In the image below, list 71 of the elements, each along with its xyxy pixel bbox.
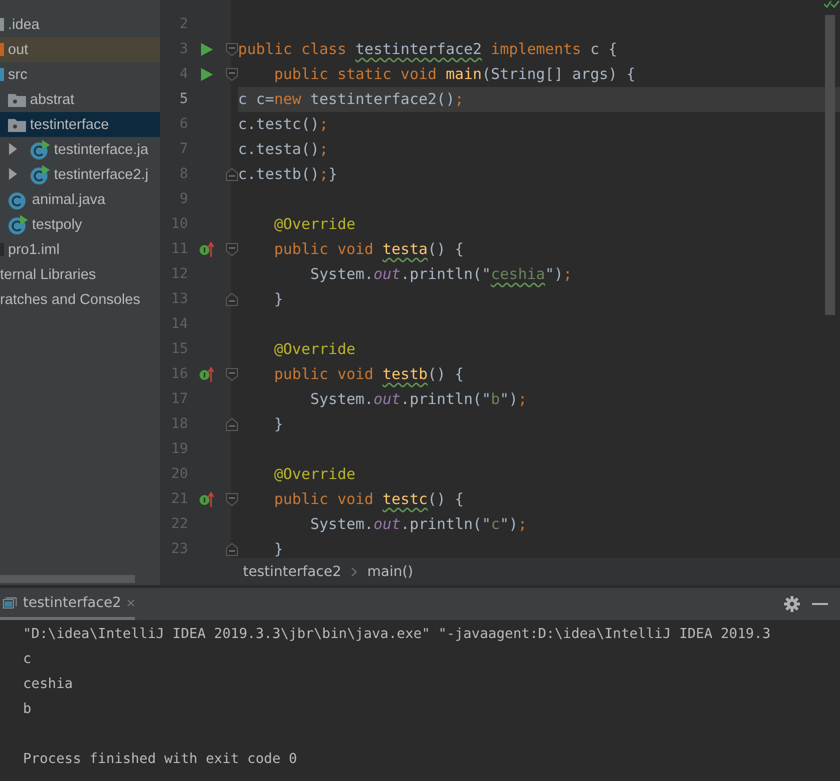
implements-marker-icon[interactable]: [199, 366, 215, 382]
class-icon: [8, 190, 28, 210]
package-folder-icon: [8, 92, 26, 106]
console-output: ceshia: [23, 676, 73, 692]
code-line: public class testinterface2 implements c {: [238, 40, 618, 58]
folder-icon: [0, 43, 4, 56]
code-line: System.out.println("c");: [309, 515, 527, 533]
breadcrumb[interactable]: testinterface2: [243, 564, 342, 580]
tree-item[interactable]: src: [0, 62, 160, 87]
code-line: @Override: [273, 340, 356, 358]
minimize-icon[interactable]: [812, 602, 828, 606]
fold-marker-icon[interactable]: [226, 542, 238, 556]
run-icon[interactable]: [201, 68, 213, 80]
code-line: @Override: [273, 465, 356, 483]
tree-item[interactable]: ternal Libraries: [0, 262, 160, 287]
fold-marker-icon[interactable]: [226, 368, 238, 380]
fold-marker-icon[interactable]: [226, 68, 238, 80]
fold-marker-icon[interactable]: [226, 42, 238, 56]
tree-item[interactable]: testinterface.ja: [0, 137, 160, 162]
tree-item[interactable]: animal.java: [0, 187, 160, 212]
console-icon: [3, 594, 17, 610]
tree-item[interactable]: .idea: [0, 12, 160, 37]
fold-marker-icon[interactable]: [226, 168, 238, 180]
close-icon[interactable]: [127, 598, 135, 608]
code-line: public void testa() {: [273, 240, 464, 258]
tree-item[interactable]: pro1.iml: [0, 237, 160, 262]
tree-item[interactable]: abstrat: [0, 87, 160, 112]
code-line: c c=new testinterface2();: [238, 90, 464, 108]
line-number: 5: [178, 91, 188, 107]
runnable-class-icon: [30, 164, 50, 184]
expand-arrow-icon[interactable]: [8, 168, 18, 180]
scrollbar[interactable]: [825, 15, 835, 315]
package-folder-icon: [8, 118, 26, 132]
implements-marker-icon[interactable]: [199, 241, 215, 257]
code-line: public static void main(String[] args) {: [273, 65, 636, 83]
tree-item[interactable]: testinterface: [0, 112, 160, 137]
console-output: c: [23, 650, 32, 666]
tree-item[interactable]: ratches and Consoles: [0, 287, 160, 312]
console-output: "D:\idea\IntelliJ IDEA 2019.3.3\jbr\bin\java.exe" "-javaagent:D:\idea\IntelliJ IDEA 2019.3: [23, 626, 771, 642]
code-line: }: [273, 540, 284, 558]
code-line: @Override: [273, 215, 356, 233]
fold-marker-icon[interactable]: [226, 242, 238, 256]
expand-arrow-icon[interactable]: [8, 143, 18, 155]
tree-item[interactable]: testinterface2.j: [0, 162, 160, 187]
code-line: System.out.println("b");: [309, 390, 527, 408]
implements-marker-icon[interactable]: [199, 491, 215, 507]
code-line: c.testa();: [238, 140, 328, 158]
code-line: public void testb() {: [273, 365, 464, 383]
code-line: }: [273, 415, 284, 433]
scrollbar[interactable]: [0, 575, 135, 583]
breadcrumb[interactable]: main(): [367, 564, 414, 580]
run-icon[interactable]: [201, 42, 213, 56]
tree-item[interactable]: testpoly: [0, 212, 160, 237]
settings-icon[interactable]: [784, 596, 800, 612]
inspection-check-icon[interactable]: [824, 0, 840, 8]
code-line: }: [273, 290, 284, 308]
chevron-icon: [351, 566, 358, 576]
runnable-class-icon: [30, 140, 50, 160]
code-line: public void testc() {: [273, 490, 464, 508]
fold-marker-icon[interactable]: [226, 292, 238, 306]
fold-marker-icon[interactable]: [226, 492, 238, 506]
code-line: System.out.println("ceshia");: [309, 265, 572, 283]
fold-marker-icon[interactable]: [226, 418, 238, 430]
folder-icon: [0, 18, 4, 31]
tree-item[interactable]: out: [0, 37, 160, 62]
console-output: b: [23, 700, 32, 716]
console-output: Process finished with exit code 0: [23, 750, 298, 766]
runnable-class-icon: [8, 214, 28, 234]
code-line: c.testc();: [238, 115, 328, 133]
code-line: c.testb();}: [238, 165, 338, 183]
folder-icon: [0, 68, 4, 81]
